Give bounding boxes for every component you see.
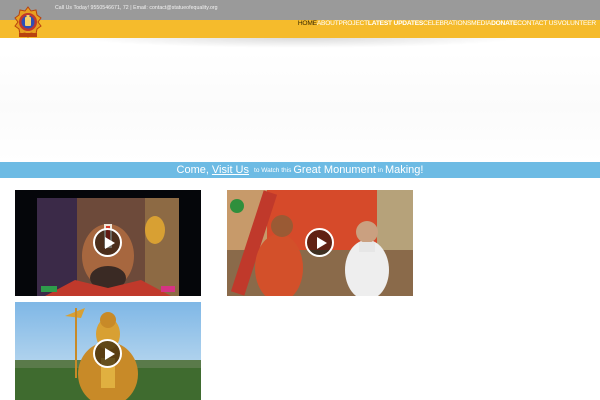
- nav-item-home[interactable]: HOME: [298, 20, 317, 28]
- banner-text-in: in: [377, 166, 383, 174]
- visit-banner: Come, Visit Us to Watch this Great Monum…: [0, 162, 600, 178]
- hero-area: [0, 52, 600, 162]
- nav-shadow: [0, 38, 600, 52]
- nav-item-latest-updates[interactable]: LATEST UPDATES: [368, 20, 423, 28]
- banner-text-come: Come,: [176, 164, 209, 176]
- nav-item-about[interactable]: ABOUT: [317, 20, 339, 28]
- video-tile-3[interactable]: [15, 302, 201, 400]
- video-tile-1[interactable]: [15, 190, 201, 296]
- nav-item-contact-us[interactable]: CONTACT US: [517, 20, 557, 28]
- banner-text-monument: Great Monument: [293, 164, 376, 176]
- nav-item-celebrations[interactable]: CELEBRATIONS: [423, 20, 471, 28]
- site-logo[interactable]: [13, 6, 43, 38]
- nav-item-volunteer[interactable]: VOLUNTEER: [557, 20, 596, 28]
- nav-item-donate[interactable]: DONATE: [491, 20, 517, 28]
- video-tile-2[interactable]: [227, 190, 413, 296]
- nav-item-media[interactable]: MEDIA: [471, 20, 491, 28]
- nav-item-project[interactable]: PROJECT: [339, 20, 369, 28]
- play-icon[interactable]: [93, 228, 122, 257]
- main-menu: HOME ABOUT PROJECT LATEST UPDATES CELEBRATIO…: [298, 20, 596, 28]
- play-icon[interactable]: [305, 228, 334, 257]
- banner-text-making: Making!: [384, 164, 424, 176]
- visit-us-link[interactable]: Visit Us: [212, 164, 249, 176]
- logo-emblem-icon: [14, 6, 42, 38]
- banner-text-watch: to Watch this: [254, 166, 292, 174]
- top-contact-bar: Call Us Today! 9550546671, 72 | Email: c…: [0, 0, 600, 20]
- contact-line: Call Us Today! 9550546671, 72 | Email: c…: [55, 5, 218, 11]
- page: Call Us Today! 9550546671, 72 | Email: c…: [0, 0, 600, 400]
- play-icon[interactable]: [93, 339, 122, 368]
